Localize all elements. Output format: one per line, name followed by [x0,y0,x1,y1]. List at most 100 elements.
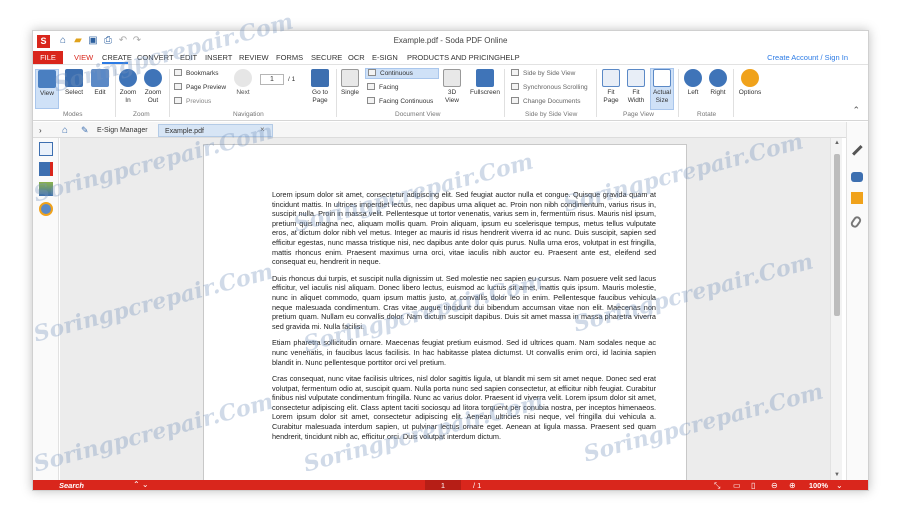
actual-size-status-icon[interactable]: ▭ [733,481,741,490]
rotate-left-label: Left [687,89,699,96]
ribbon-separator [678,69,679,117]
ribbon-separator [169,69,170,117]
zoom-out-button[interactable]: Zoom Out [142,69,164,109]
single-view-button[interactable]: Single [338,69,362,109]
menu-file[interactable]: FILE [33,51,63,64]
continuous-view-button[interactable]: Continuous [365,68,439,79]
menu-insert[interactable]: INSERT [205,51,232,64]
menu-edit[interactable]: EDIT [180,51,197,64]
ribbon-separator [504,69,505,117]
menu-secure[interactable]: SECURE [311,51,342,64]
page-number-input[interactable]: 1 [260,74,284,85]
tab-esign-manager[interactable]: E-Sign Manager [97,124,148,137]
fit-page-status-icon[interactable]: ▯ [751,481,755,490]
side-by-side-button[interactable]: Side by Side View [511,69,575,78]
fit-width-button[interactable]: Fit Width [625,69,647,109]
facing-continuous-label: Facing Continuous [379,98,434,105]
menu-convert[interactable]: CONVERT [137,51,174,64]
document-tab-bar: › ⌂ ✎ E-Sign Manager Example.pdf × ‹ [33,122,868,138]
zoom-in-status-icon[interactable]: ⊕ [789,481,796,490]
group-label-side-by-side: Side by Side View [525,111,578,118]
left-side-panel [33,138,59,480]
facing-continuous-icon [367,97,375,104]
group-label-zoom: Zoom [133,111,150,118]
next-button[interactable]: Next [232,69,254,109]
binoculars-icon[interactable] [851,172,863,182]
3d-view-icon [443,69,461,87]
ribbon-separator [596,69,597,117]
zoom-dropdown-icon[interactable]: ⌄ [836,481,843,490]
menu-help[interactable]: HELP [500,51,520,64]
thumbnails-icon[interactable] [39,142,53,156]
document-viewport[interactable]: Lorem ipsum dolor sit amet, consectetur … [60,138,830,484]
menu-ocr[interactable]: OCR [348,51,365,64]
edit-mode-label: Edit [94,89,106,96]
scrollbar-thumb[interactable] [834,154,840,316]
change-documents-button[interactable]: Change Documents [511,97,580,106]
menu-review[interactable]: REVIEW [239,51,269,64]
fit-to-screen-icon[interactable]: ⤡ [714,481,720,490]
sync-scrolling-button[interactable]: Synchronous Scrolling [511,83,588,92]
menu-esign[interactable]: E-SIGN [372,51,398,64]
options-button[interactable]: Options [736,69,764,109]
layers-icon[interactable] [39,182,53,196]
menu-products-pricing[interactable]: PRODUCTS AND PRICING [407,51,500,64]
paragraph: Cras consequat, nunc vitae facilisis ult… [272,374,656,441]
status-page-total: / 1 [473,481,482,490]
gear-icon [741,69,759,87]
zoom-out-status-icon[interactable]: ⊖ [771,481,778,490]
zoom-level[interactable]: 100% [809,481,828,490]
zoom-in-label: Zoom [119,89,137,96]
go-to-page-button[interactable]: Go to Page [307,69,333,109]
wrench-icon[interactable] [851,144,863,156]
page-preview-label: Page Preview [186,84,227,91]
edit-mode-button[interactable]: Edit [89,69,111,109]
zoom-in-button[interactable]: Zoom In [117,69,139,109]
facing-view-button[interactable]: Facing [367,83,399,92]
scroll-down-icon[interactable]: ▼ [831,472,843,478]
home-tab-icon[interactable]: ⌂ [62,124,68,137]
actual-size-button[interactable]: Actual Size [650,68,674,110]
go-to-page-label-2: Page [312,97,328,104]
actual-size-label-2: Size [655,97,669,104]
collapse-ribbon-icon[interactable]: ⌃ [852,105,860,116]
fullscreen-icon [476,69,494,87]
create-account-link[interactable]: Create Account / Sign In [767,53,848,62]
single-view-label: Single [340,89,360,96]
fit-width-label: Fit [632,89,640,96]
change-documents-icon [511,97,519,104]
fullscreen-button[interactable]: Fullscreen [469,69,501,109]
actual-size-label: Actual [652,89,672,96]
vertical-scrollbar[interactable]: ▲ ▼ [830,138,842,480]
search-nav-arrows-icon[interactable]: ⌃ ⌄ [133,480,149,489]
search-field[interactable]: Search [59,481,84,490]
bookmarks-panel-icon[interactable] [39,162,53,176]
facing-icon [367,83,375,90]
rotate-left-button[interactable]: Left [682,69,704,109]
global-search-icon[interactable] [39,202,53,216]
view-mode-button[interactable]: View [35,69,59,109]
close-tab-icon[interactable]: × [260,125,265,134]
status-page-input[interactable]: 1 [425,480,461,490]
group-label-rotate: Rotate [697,111,717,118]
expand-panel-icon[interactable]: › [39,124,42,137]
ribbon-separator [336,69,337,117]
ribbon: View Select Edit Modes Zoom In Zoom Out … [33,64,868,121]
3d-view-button[interactable]: 3D View [442,69,462,109]
rotate-right-button[interactable]: Right [707,69,729,109]
pdf-page[interactable]: Lorem ipsum dolor sit amet, consectetur … [203,144,687,484]
tab-example-pdf[interactable]: Example.pdf [158,124,273,137]
menu-forms[interactable]: FORMS [276,51,303,64]
facing-continuous-button[interactable]: Facing Continuous [367,97,433,106]
fit-page-label-2: Page [603,97,619,104]
stamp-icon[interactable] [851,192,863,204]
fit-page-button[interactable]: Fit Page [600,69,622,109]
go-to-page-label: Go to [312,89,328,96]
page-preview-button[interactable]: Page Preview [174,83,226,92]
menu-view[interactable]: VIEW [74,51,93,64]
previous-button[interactable]: Previous [174,97,211,106]
select-mode-button[interactable]: Select [62,69,86,109]
bookmarks-button[interactable]: Bookmarks [174,69,219,78]
scroll-up-icon[interactable]: ▲ [831,140,843,146]
attachment-icon[interactable] [849,214,863,230]
